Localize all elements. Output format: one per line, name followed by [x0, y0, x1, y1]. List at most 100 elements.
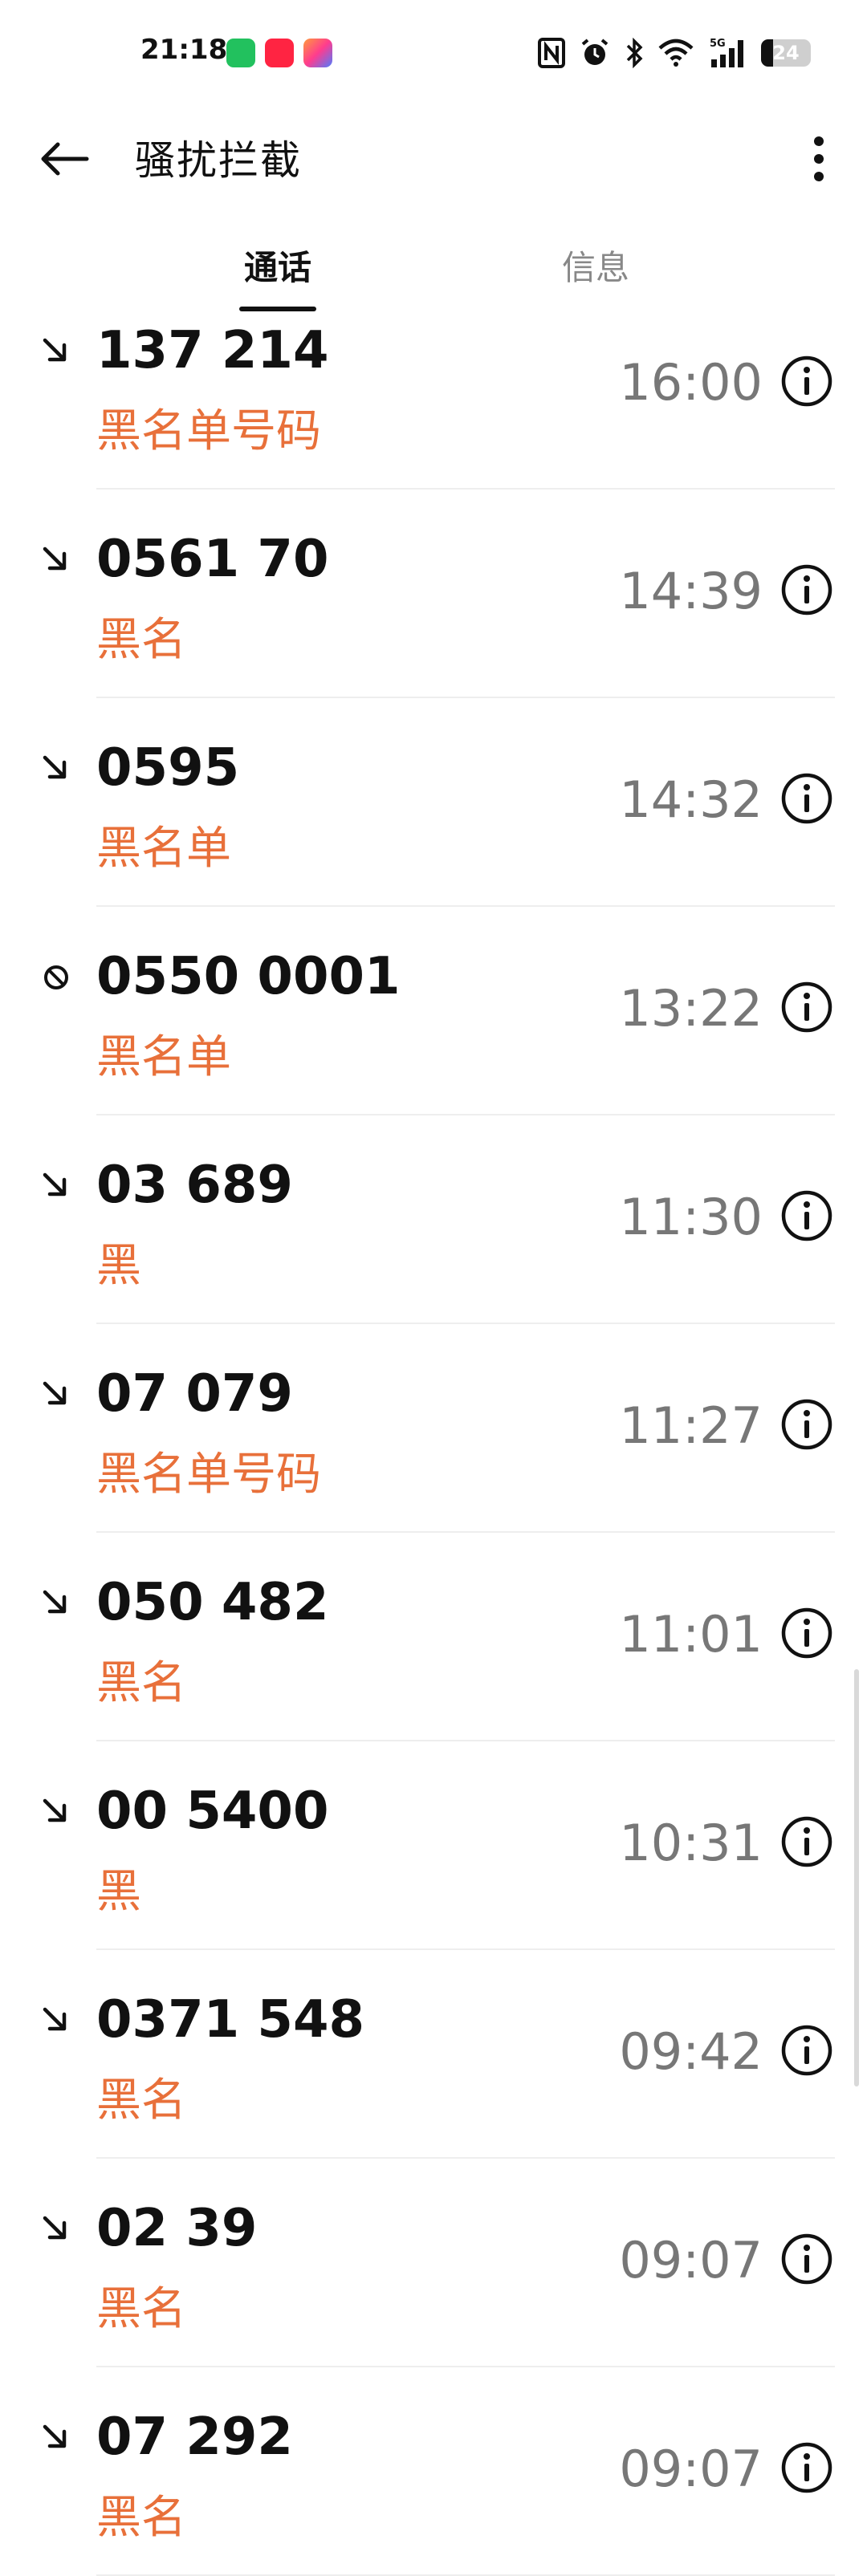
call-time: 11:27	[619, 1396, 763, 1455]
incoming-call-icon	[40, 753, 72, 785]
info-icon	[781, 1607, 832, 1659]
incoming-call-icon	[40, 335, 72, 368]
call-label: 黑名	[96, 614, 186, 666]
info-button[interactable]	[780, 1189, 833, 1242]
call-row[interactable]: 03 689 黑 11:30	[0, 1115, 867, 1324]
more-vertical-icon	[814, 136, 824, 181]
call-number: 0595	[96, 738, 240, 798]
call-row[interactable]: 050 482 黑名 11:01	[0, 1533, 867, 1741]
info-icon	[781, 2025, 832, 2076]
status-icons: 5G 24	[538, 35, 811, 71]
incoming-call-icon	[40, 2213, 72, 2245]
info-button[interactable]	[780, 772, 833, 825]
redbook-icon	[265, 39, 294, 67]
battery-level: 24	[772, 42, 800, 64]
info-icon	[781, 2233, 832, 2285]
info-icon	[781, 773, 832, 824]
call-label: 黑名单	[96, 1031, 231, 1083]
call-time: 14:39	[619, 562, 763, 620]
call-number: 03 689	[96, 1156, 293, 1215]
incoming-call-icon	[40, 544, 72, 576]
info-icon	[781, 1399, 832, 1450]
call-number: 0550 0001	[96, 947, 401, 1006]
incoming-call-icon	[40, 1796, 72, 1828]
info-button[interactable]	[780, 563, 833, 616]
call-label: 黑名单号码	[96, 405, 321, 457]
call-row[interactable]: 07 292 黑名 09:07	[0, 2367, 867, 2576]
call-label: 黑名单号码	[96, 1448, 321, 1501]
incoming-call-icon	[40, 2005, 72, 2037]
call-time: 14:32	[619, 770, 763, 829]
call-time: 13:22	[619, 979, 763, 1038]
wifi-icon	[658, 39, 694, 67]
call-row[interactable]: 07 079 黑名单号码 11:27	[0, 1324, 867, 1533]
call-number: 02 39	[96, 2199, 258, 2258]
blocked-call-icon	[40, 961, 72, 993]
photos-icon	[303, 39, 332, 67]
call-time: 09:42	[619, 2022, 763, 2081]
info-button[interactable]	[780, 1607, 833, 1660]
call-time: 16:00	[619, 353, 763, 412]
call-label: 黑名	[96, 2074, 186, 2127]
incoming-call-icon	[40, 1587, 72, 1619]
call-time: 10:31	[619, 1814, 763, 1872]
battery-icon: 24	[761, 39, 811, 67]
call-time: 11:30	[619, 1188, 763, 1246]
alarm-icon	[581, 39, 609, 65]
info-button[interactable]	[780, 981, 833, 1034]
info-button[interactable]	[780, 2024, 833, 2077]
call-label: 黑名单	[96, 823, 231, 875]
header: 骚扰拦截	[0, 112, 867, 201]
call-number: 050 482	[96, 1573, 329, 1632]
info-icon	[781, 356, 832, 407]
status-bar: 21:18 5G 24	[0, 0, 867, 104]
bluetooth-icon	[626, 38, 643, 68]
call-number: 0371 548	[96, 1990, 364, 2050]
wechat-icon	[226, 39, 255, 67]
info-icon	[781, 1190, 832, 1241]
call-number: 137 214	[96, 321, 329, 380]
call-row[interactable]: 0550 0001 黑名单 13:22	[0, 907, 867, 1115]
back-button[interactable]	[32, 127, 96, 191]
call-row[interactable]: 0595 黑名单 14:32	[0, 698, 867, 907]
info-icon	[781, 981, 832, 1033]
info-button[interactable]	[780, 1815, 833, 1868]
cellular-5g-icon: 5G	[710, 38, 743, 67]
call-number: 0561 70	[96, 530, 329, 589]
info-icon	[781, 2442, 832, 2493]
page-title: 骚扰拦截	[135, 137, 302, 184]
info-button[interactable]	[780, 1398, 833, 1451]
call-label: 黑名	[96, 2492, 186, 2544]
incoming-call-icon	[40, 1379, 72, 1411]
call-time: 11:01	[619, 1605, 763, 1664]
call-row[interactable]: 137 214 黑名单号码 16:00	[0, 281, 867, 490]
incoming-call-icon	[40, 2422, 72, 2454]
call-time: 09:07	[619, 2440, 763, 2498]
battery-fill	[761, 39, 773, 67]
more-options-button[interactable]	[795, 127, 843, 191]
call-row[interactable]: 0561 70 黑名 14:39	[0, 490, 867, 698]
call-row[interactable]: 02 39 黑名 09:07	[0, 2159, 867, 2367]
info-icon	[781, 1816, 832, 1867]
call-label: 黑	[96, 1866, 141, 1918]
call-number: 07 292	[96, 2407, 293, 2467]
scrollbar[interactable]	[854, 1669, 859, 2086]
incoming-call-icon	[40, 1170, 72, 1202]
info-button[interactable]	[780, 2233, 833, 2285]
call-list: 137 214 黑名单号码 16:00 0561 70 黑名 14:39 059…	[0, 281, 867, 2576]
call-time: 09:07	[619, 2231, 763, 2290]
nfc-icon	[538, 38, 565, 68]
info-icon	[781, 564, 832, 616]
call-label: 黑	[96, 1240, 141, 1292]
info-button[interactable]	[780, 2441, 833, 2494]
info-button[interactable]	[780, 355, 833, 408]
call-number: 00 5400	[96, 1782, 329, 1841]
arrow-left-icon	[41, 142, 89, 176]
call-label: 黑名	[96, 2283, 186, 2335]
call-row[interactable]: 00 5400 黑 10:31	[0, 1741, 867, 1950]
status-time: 21:18	[140, 34, 228, 66]
network-label: 5G	[710, 38, 726, 50]
call-row[interactable]: 0371 548 黑名 09:42	[0, 1950, 867, 2159]
call-number: 07 079	[96, 1364, 293, 1424]
call-label: 黑名	[96, 1657, 186, 1709]
